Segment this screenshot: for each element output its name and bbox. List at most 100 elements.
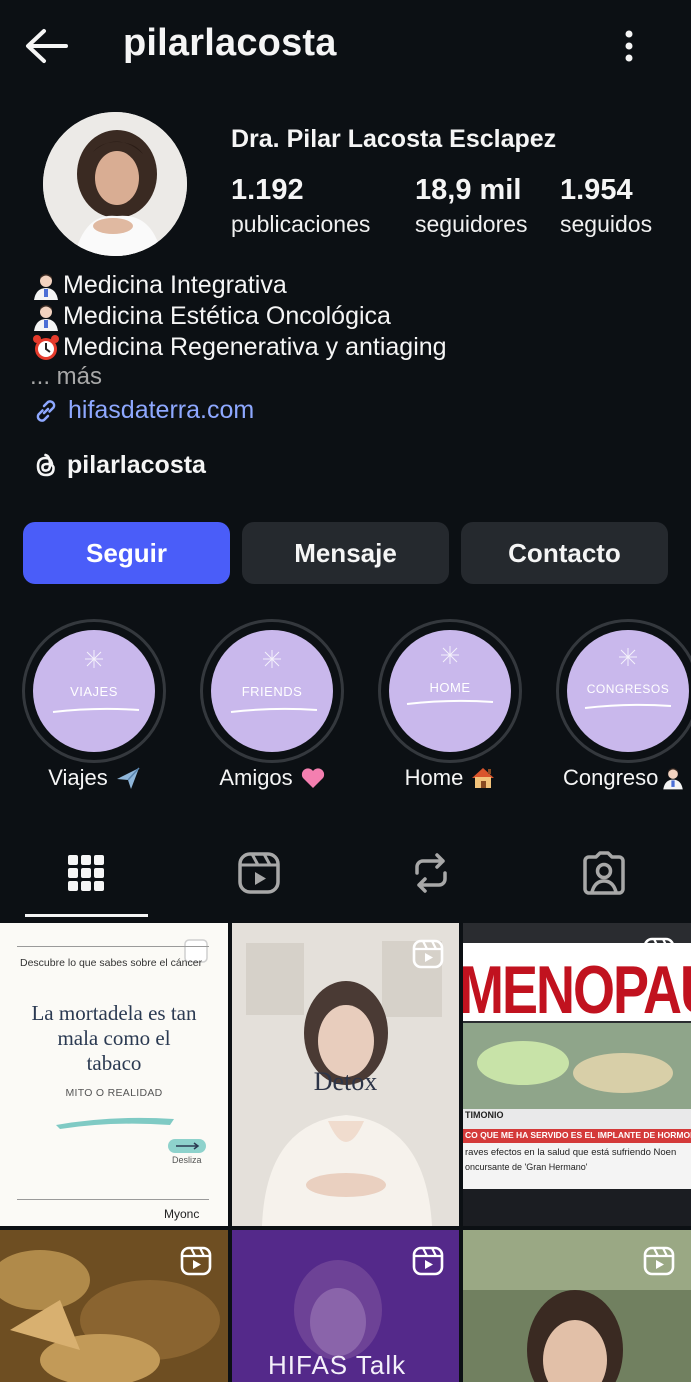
brush-stroke-icon: [584, 703, 672, 709]
more-options-button[interactable]: [612, 26, 646, 66]
arrow-left-icon: [26, 29, 68, 63]
post-overlay-text: Detox: [313, 1067, 378, 1096]
brush-stroke-icon: [56, 1117, 174, 1129]
back-button[interactable]: [22, 24, 70, 68]
reposts-icon: [415, 853, 447, 893]
grid-icon: [68, 855, 104, 891]
website-text: hifasdaterra.com: [68, 396, 255, 424]
arrow-right-icon: [168, 1139, 206, 1153]
post-title-line: mala como el: [57, 1026, 171, 1050]
active-tab-indicator: [25, 914, 148, 917]
highlight-cover: HOME: [389, 630, 511, 752]
post-title: La mortadela es tan mala como el tabaco: [0, 1001, 228, 1076]
post-tile[interactable]: HIFAS Talk: [232, 1230, 459, 1382]
sparkle-icon: [441, 646, 459, 664]
highlight-label-text: Home: [404, 765, 464, 790]
post-tile[interactable]: Descubre lo que sabes sobre el cáncer La…: [0, 923, 228, 1226]
highlight-cover: FRIENDS: [211, 630, 333, 752]
highlight-cover: CONGRESOS: [567, 630, 689, 752]
tab-tagged[interactable]: [574, 846, 634, 900]
threads-handle: pilarlacosta: [67, 451, 206, 479]
stat-followers-label: seguidores: [415, 211, 528, 237]
post-tile[interactable]: [0, 1230, 228, 1382]
website-link[interactable]: hifasdaterra.com: [32, 396, 254, 425]
bio-more-link[interactable]: ... más: [30, 363, 670, 391]
highlight-label-text: Congreso: [563, 765, 659, 790]
post-tile[interactable]: Detox: [232, 923, 459, 1226]
tagged-icon: [583, 851, 625, 895]
reel-icon: [643, 1246, 675, 1276]
stat-followers-value: 18,9 mil: [415, 174, 522, 206]
threads-icon: [36, 453, 55, 476]
post-tile[interactable]: MENOPAUSIA TIMONIO CO QUE ME HA SERVIDO …: [463, 923, 691, 1226]
reels-icon: [238, 852, 280, 894]
ticker-line: CO QUE ME HA SERVIDO ES EL IMPLANTE DE H…: [465, 1130, 691, 1140]
stat-posts-value: 1.192: [231, 174, 304, 206]
follow-button[interactable]: Seguir: [23, 522, 230, 584]
health-worker-emoji: [663, 768, 684, 790]
stat-posts-label: publicaciones: [231, 211, 371, 237]
post-title-line: La mortadela es tan: [31, 1001, 197, 1025]
contact-button[interactable]: Contacto: [461, 522, 668, 584]
tab-reposts[interactable]: [401, 846, 461, 900]
bio-text: Medicina Estética Oncológica: [63, 302, 391, 330]
brush-stroke-icon: [230, 707, 318, 713]
bio-text: Medicina Integrativa: [63, 271, 287, 299]
house-emoji: [472, 768, 495, 788]
brush-stroke-icon: [406, 699, 494, 705]
bio-line: Medicina Estética Oncológica: [30, 301, 670, 332]
profile-bio: Medicina Integrativa Medicina Estética O…: [30, 270, 670, 391]
highlight-cover: VIAJES: [33, 630, 155, 752]
highlight-label: Home: [368, 765, 534, 791]
reel-icon: [643, 937, 675, 967]
tab-posts-grid[interactable]: [56, 846, 116, 900]
stat-followers[interactable]: 18,9 mil seguidores: [415, 174, 528, 238]
post-tile[interactable]: [463, 1230, 691, 1382]
brush-stroke-icon: [52, 707, 140, 713]
stat-following[interactable]: 1.954 seguidos: [560, 174, 652, 238]
post-kicker: Descubre lo que sabes sobre el cáncer: [20, 957, 203, 969]
link-icon: [36, 399, 56, 422]
health-worker-emoji: [34, 273, 58, 300]
sparkle-icon: [85, 650, 103, 668]
post-overlay-text: HIFAS Talk: [268, 1350, 407, 1380]
bio-line: Medicina Regenerativa y antiaging: [30, 332, 670, 363]
stat-following-value: 1.954: [560, 174, 633, 206]
profile-username: pilarlacosta: [123, 22, 337, 64]
top-bar: pilarlacosta: [0, 0, 691, 92]
threads-link[interactable]: pilarlacosta: [33, 451, 206, 480]
profile-avatar[interactable]: [43, 112, 187, 256]
bio-text: Medicina Regenerativa y antiaging: [63, 333, 447, 361]
alarm-clock-emoji: [33, 334, 59, 360]
ticker-line: raves efectos en la salud que está sufri…: [465, 1147, 677, 1158]
post-divider: [17, 1199, 209, 1200]
reel-icon: [412, 939, 444, 969]
ticker-line: oncursante de 'Gran Hermano': [465, 1162, 588, 1172]
post-divider: [17, 946, 209, 947]
brand-label: Myonc: [164, 1207, 200, 1221]
profile-full-name: Dra. Pilar Lacosta Esclapez: [231, 125, 557, 153]
tab-reels[interactable]: [229, 846, 289, 900]
sparkle-icon: [619, 648, 637, 666]
highlight-cover-text: HOME: [429, 680, 471, 695]
post-subtitle: MITO O REALIDAD: [65, 1087, 163, 1099]
more-vertical-icon: [625, 30, 633, 62]
highlight-cover-text: CONGRESOS: [586, 682, 670, 696]
highlight-label-text: Amigos: [219, 765, 293, 790]
sparkle-icon: [263, 650, 281, 668]
stat-posts[interactable]: 1.192 publicaciones: [231, 174, 370, 238]
swipe-label: Desliza: [172, 1155, 202, 1165]
reel-icon: [412, 1246, 444, 1276]
highlight-label: Amigos: [190, 765, 356, 791]
stat-following-label: seguidos: [560, 211, 653, 237]
highlight-label-text: Viajes: [48, 765, 108, 790]
ticker-label: TIMONIO: [465, 1110, 504, 1120]
post-title-line: tabaco: [86, 1051, 142, 1075]
highlight-label: Congreso: [563, 765, 691, 791]
pink-heart-emoji: [301, 768, 324, 788]
reel-icon: [180, 1246, 212, 1276]
airplane-emoji: [116, 767, 140, 789]
avatar-photo: [43, 112, 187, 256]
health-worker-emoji: [34, 304, 58, 331]
message-button[interactable]: Mensaje: [242, 522, 449, 584]
